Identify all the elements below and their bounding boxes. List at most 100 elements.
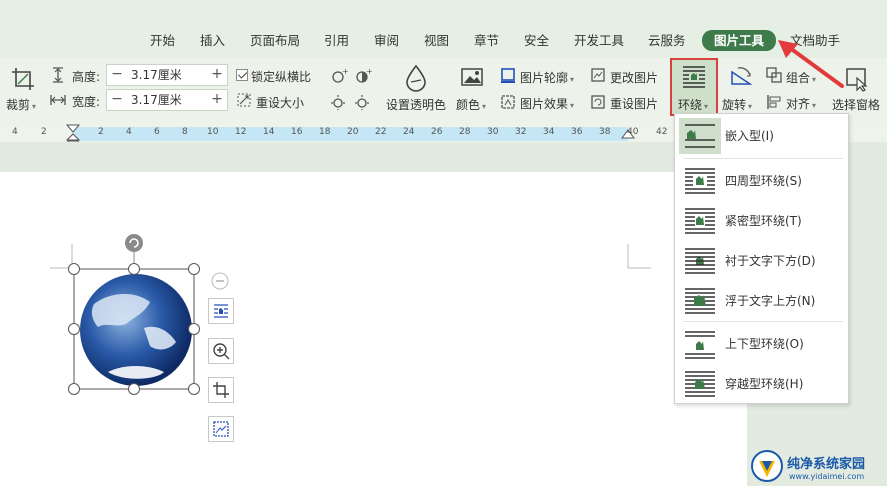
align-button[interactable]: 对齐 ▾ [786, 95, 816, 112]
wrap-inline-icon [679, 118, 721, 154]
tab-cloud[interactable]: 云服务 [648, 31, 686, 51]
picture-outline-icon [501, 68, 515, 83]
crop-icon[interactable] [10, 66, 36, 92]
wrap-in-front-item[interactable]: 浮于文字上方(N) [675, 281, 848, 321]
tab-view[interactable]: 视图 [424, 31, 449, 51]
watermark-logo-icon [751, 450, 783, 482]
tab-developer[interactable]: 开发工具 [574, 31, 624, 51]
ruler-tick: 2 [41, 127, 47, 137]
reset-size-icon [237, 93, 251, 107]
watermark-url: www.yidaimei.com [789, 472, 865, 481]
margin-corner-mark [627, 244, 651, 269]
zoom-icon [213, 343, 230, 360]
change-picture-button[interactable]: 更改图片 [610, 69, 658, 86]
ruler-tick: 32 [515, 127, 527, 137]
ribbon-tab-bar: 开始 插入 页面布局 引用 审阅 视图 章节 安全 开发工具 云服务 图片工具 … [0, 0, 887, 58]
wrap-in-front-label: 浮于文字上方(N) [725, 294, 816, 308]
ruler-tick: 36 [571, 127, 583, 137]
tab-review[interactable]: 审阅 [374, 31, 399, 51]
color-button[interactable]: 颜色 ▾ [456, 96, 486, 113]
height-input[interactable]: 3.17厘米 [131, 65, 182, 85]
ruler-tick: 42 [656, 127, 668, 137]
ruler-tick: 38 [599, 127, 611, 137]
width-spinner[interactable]: − 3.17厘米 + [106, 89, 228, 111]
ruler-tick: 24 [403, 127, 415, 137]
tab-security[interactable]: 安全 [524, 31, 549, 51]
reset-size-button[interactable]: 重设大小 [256, 94, 304, 111]
width-input[interactable]: 3.17厘米 [131, 90, 182, 110]
zoom-button[interactable] [208, 338, 234, 364]
lock-ratio-label: 锁定纵横比 [251, 70, 312, 84]
wrap-tight-label: 紧密型环绕(T) [725, 214, 802, 228]
contrast-up-icon[interactable]: + [354, 68, 372, 84]
ruler-tick: 28 [459, 127, 471, 137]
align-icon [767, 95, 781, 109]
rotate-button[interactable]: 旋转 ▾ [722, 96, 752, 113]
brightness-down-icon[interactable] [330, 94, 348, 110]
wrap-text-icon [683, 66, 705, 88]
set-transparent-color-button[interactable]: 设置透明色 [386, 96, 446, 113]
tab-insert[interactable]: 插入 [200, 31, 225, 51]
tab-section[interactable]: 章节 [474, 31, 499, 51]
tab-home[interactable]: 开始 [150, 31, 175, 51]
picture-effect-icon [501, 95, 515, 109]
selection-pane-button[interactable]: 选择窗格 [832, 96, 880, 113]
height-label: 高度: [72, 70, 101, 84]
wrap-top-bottom-label: 上下型环绕(O) [725, 337, 804, 351]
annotation-arrow-icon [778, 40, 844, 88]
rotate-icon[interactable] [728, 64, 754, 90]
selected-globe-image[interactable] [64, 232, 208, 398]
crop-tool-button[interactable] [208, 377, 234, 403]
wrap-tight-item[interactable]: 紧密型环绕(T) [675, 201, 848, 241]
width-decrease-button[interactable]: − [107, 90, 127, 110]
picture-outline-button[interactable]: 图片轮廓 ▾ [520, 69, 574, 86]
brightness-up-icon[interactable]: + [330, 68, 348, 84]
contrast-down-icon[interactable] [354, 94, 372, 110]
reset-picture-button[interactable]: 重设图片 [610, 95, 658, 112]
svg-text:+: + [366, 68, 372, 76]
transparent-color-icon[interactable] [403, 64, 429, 92]
wrap-through-icon [679, 366, 721, 402]
ruler-tick: 12 [235, 127, 247, 137]
wrap-behind-text-item[interactable]: 衬于文字下方(D) [675, 241, 848, 281]
wrap-square-label: 四周型环绕(S) [725, 174, 802, 188]
lock-ratio-checkbox[interactable] [236, 69, 248, 81]
tab-page-layout[interactable]: 页面布局 [250, 31, 300, 51]
width-label: 宽度: [72, 95, 101, 109]
height-increase-button[interactable]: + [207, 65, 227, 85]
wrap-top-bottom-icon [679, 326, 721, 362]
svg-text:+: + [342, 68, 348, 76]
width-increase-button[interactable]: + [207, 90, 227, 110]
crop-button[interactable]: 裁剪 ▾ [6, 96, 36, 113]
wrap-top-bottom-item[interactable]: 上下型环绕(O) [675, 324, 848, 364]
ruler-tick: 14 [263, 127, 275, 137]
wrap-inline-item[interactable]: 嵌入型(I) [675, 116, 848, 156]
reset-picture-icon [591, 95, 605, 109]
picture-fill-button[interactable] [208, 416, 234, 442]
collapse-toolbar-icon[interactable] [211, 272, 229, 290]
wrap-behind-text-icon [679, 243, 721, 279]
picture-effect-button[interactable]: 图片效果 ▾ [520, 95, 574, 112]
wrap-inline-label: 嵌入型(I) [725, 129, 774, 143]
picture-color-icon[interactable] [460, 66, 486, 90]
change-picture-icon [591, 68, 605, 82]
layout-options-button[interactable] [208, 298, 234, 324]
tab-picture-tools[interactable]: 图片工具 [702, 30, 777, 51]
ruler-tick: 20 [347, 127, 359, 137]
ruler-tick: 30 [487, 127, 499, 137]
ruler-tick: 4 [12, 127, 18, 137]
ruler-tick: 22 [375, 127, 387, 137]
height-spinner[interactable]: − 3.17厘米 + [106, 64, 228, 86]
wrap-through-item[interactable]: 穿越型环绕(H) [675, 364, 848, 404]
wrap-in-front-icon [679, 283, 721, 319]
width-icon [50, 95, 66, 105]
wrap-through-label: 穿越型环绕(H) [725, 377, 804, 391]
wrap-square-item[interactable]: 四周型环绕(S) [675, 161, 848, 201]
wrap-text-label: 环绕 ▾ [678, 98, 709, 112]
height-decrease-button[interactable]: − [107, 65, 127, 85]
tab-references[interactable]: 引用 [324, 31, 349, 51]
watermark-title: 纯净系统家园 [787, 457, 866, 472]
wrap-behind-text-label: 衬于文字下方(D) [725, 254, 816, 268]
ruler-tick: 2 [98, 127, 104, 137]
ruler-tick: 18 [319, 127, 331, 137]
